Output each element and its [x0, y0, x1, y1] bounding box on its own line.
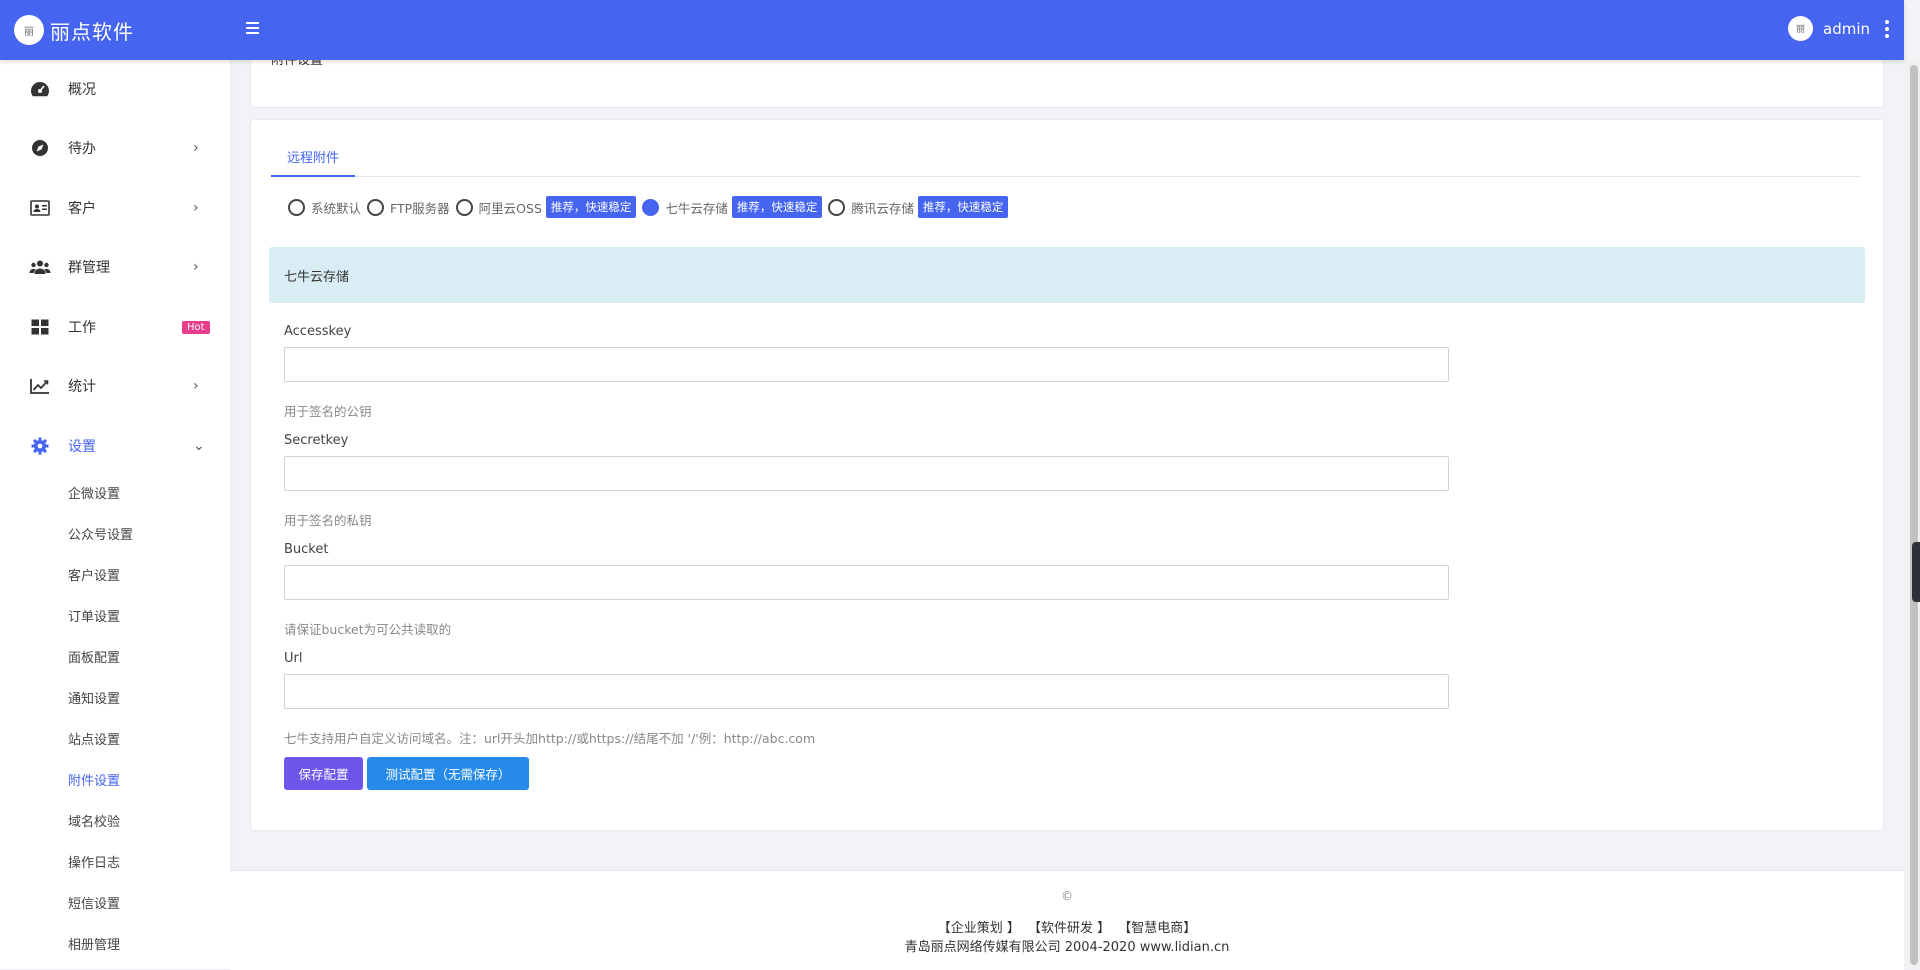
radio-tencent-cos[interactable]: 腾讯云存储 推荐，快速稳定 — [828, 196, 1009, 218]
sidebar-item-work[interactable]: 工作 Hot — [0, 307, 230, 347]
sidebar-subitem-site-settings[interactable]: 站点设置 — [68, 729, 120, 748]
sidebar-subitem-sms-settings[interactable]: 短信设置 — [68, 893, 120, 912]
footer-link-smart-ecommerce[interactable]: 【智慧电商】 — [1118, 921, 1196, 936]
sidebar-subitem-panel-config[interactable]: 面板配置 — [68, 647, 120, 666]
sidebar-subitem-domain-verification[interactable]: 域名校验 — [68, 811, 120, 830]
secretkey-input[interactable] — [284, 456, 1449, 491]
tab-bar: 远程附件 — [271, 138, 1861, 177]
accesskey-input[interactable] — [284, 347, 1449, 382]
gear-icon — [29, 436, 51, 456]
hamburger-menu-icon[interactable] — [246, 19, 262, 39]
footer-company: 青岛丽点网络传媒有限公司 2004-2020 www.lidian.cn — [904, 940, 1230, 955]
side-drawer-handle[interactable] — [1912, 542, 1920, 602]
radio-aliyun-oss[interactable]: 阿里云OSS 推荐，快速稳定 — [455, 196, 637, 218]
sidebar-item-label: 统计 — [68, 379, 96, 395]
brand[interactable]: 丽 丽点软件 — [14, 15, 134, 45]
sidebar-item-customers[interactable]: 客户 › — [0, 188, 230, 228]
sidebar-item-group-management[interactable]: 群管理 › — [0, 247, 230, 287]
sidebar-subitem-customer-settings[interactable]: 客户设置 — [68, 565, 120, 584]
sidebar-item-label: 客户 — [68, 201, 96, 217]
sidebar-item-label: 待办 — [68, 141, 96, 157]
sidebar-item-label: 设置 — [68, 439, 96, 455]
sidebar-item-label: 概况 — [68, 82, 96, 98]
top-navbar: 丽 丽点软件 丽 admin — [0, 0, 1904, 60]
more-vertical-icon[interactable] — [1884, 19, 1890, 38]
sidebar-subitem-attachment-settings[interactable]: 附件设置 — [68, 770, 120, 789]
page-scrollbar[interactable] — [1904, 60, 1920, 969]
id-card-icon — [29, 198, 51, 218]
test-config-button[interactable]: 测试配置（无需保存） — [367, 757, 529, 790]
accesskey-label: Accesskey — [284, 324, 352, 339]
chevron-right-icon: › — [193, 140, 199, 156]
radio-label: 腾讯云存储 — [851, 200, 914, 216]
chevron-right-icon: › — [193, 200, 199, 216]
compass-icon — [29, 138, 51, 158]
secretkey-help: 用于签名的私钥 — [284, 513, 372, 528]
sidebar-item-label: 群管理 — [68, 260, 110, 276]
radio-circle-checked[interactable] — [642, 198, 660, 216]
section-title: 七牛云存储 — [284, 269, 350, 285]
footer-link-enterprise-planning[interactable]: 【企业策划 】 — [938, 921, 1020, 936]
sidebar-item-todo[interactable]: 待办 › — [0, 128, 230, 168]
dashboard-icon — [29, 79, 51, 99]
users-icon — [29, 257, 51, 277]
sidebar-item-settings[interactable]: 设置 ⌄ — [0, 426, 230, 466]
sidebar-subitem-album-management[interactable]: 相册管理 — [68, 934, 120, 953]
tab-remote-attachment[interactable]: 远程附件 — [271, 138, 355, 177]
secretkey-label: Secretkey — [284, 433, 349, 448]
radio-label: 阿里云OSS — [478, 200, 542, 216]
footer: © 【企业策划 】 【软件研发 】 【智慧电商】 青岛丽点网络传媒有限公司 20… — [230, 870, 1904, 970]
brand-name: 丽点软件 — [50, 19, 134, 44]
radio-circle[interactable] — [455, 198, 473, 216]
accesskey-help: 用于签名的公钥 — [284, 404, 372, 419]
radio-label: 七牛云存储 — [665, 200, 728, 216]
sidebar-subitem-order-settings[interactable]: 订单设置 — [68, 606, 120, 625]
grid-icon — [29, 317, 51, 337]
url-help: 七牛支持用户自定义访问域名。注：url开头加http://或https://结尾… — [284, 731, 816, 746]
footer-links: 【企业策划 】 【软件研发 】 【智慧电商】 — [230, 917, 1904, 936]
sidebar-item-statistics[interactable]: 统计 › — [0, 366, 230, 406]
bucket-help: 请保证bucket为可公共读取的 — [284, 622, 452, 637]
sidebar-subitem-operation-log[interactable]: 操作日志 — [68, 852, 120, 871]
radio-label: FTP服务器 — [390, 200, 450, 216]
footer-link-software-dev[interactable]: 【软件研发 】 — [1028, 921, 1110, 936]
sidebar-subitem-official-account-settings[interactable]: 公众号设置 — [68, 524, 133, 543]
url-input[interactable] — [284, 674, 1449, 709]
brand-logo: 丽 — [14, 15, 44, 45]
radio-circle[interactable] — [288, 198, 305, 216]
radio-system-default[interactable]: 系统默认 — [288, 198, 361, 217]
sidebar-subitem-wecom-settings[interactable]: 企微设置 — [68, 483, 120, 502]
radio-circle[interactable] — [828, 198, 846, 216]
radio-circle[interactable] — [367, 198, 385, 216]
sidebar-subitem-notification-settings[interactable]: 通知设置 — [68, 688, 120, 707]
recommend-tag: 推荐，快速稳定 — [731, 196, 823, 218]
bucket-input[interactable] — [284, 565, 1449, 600]
chevron-right-icon: › — [193, 259, 199, 275]
radio-ftp-server[interactable]: FTP服务器 — [367, 198, 450, 217]
radio-label: 系统默认 — [311, 200, 362, 216]
hot-badge: Hot — [182, 320, 210, 334]
recommend-tag: 推荐，快速稳定 — [917, 196, 1009, 218]
bucket-label: Bucket — [284, 542, 329, 557]
storage-type-radio-group: 系统默认 FTP服务器 阿里云OSS 推荐，快速稳定 七牛云存储 推荐，快速稳定… — [288, 196, 1014, 218]
chart-line-icon — [29, 376, 51, 396]
chevron-down-icon: ⌄ — [193, 438, 205, 454]
scrollbar-thumb[interactable] — [1910, 65, 1918, 965]
url-label: Url — [284, 651, 303, 666]
sidebar-item-label: 工作 — [68, 320, 96, 336]
section-info-box: 七牛云存储 — [269, 247, 1865, 303]
save-config-button[interactable]: 保存配置 — [284, 757, 363, 790]
sidebar-item-overview[interactable]: 概况 — [0, 69, 230, 109]
avatar: 丽 — [1788, 16, 1813, 41]
copyright-symbol: © — [1061, 889, 1073, 903]
radio-qiniu-storage[interactable]: 七牛云存储 推荐，快速稳定 — [642, 196, 823, 218]
recommend-tag: 推荐，快速稳定 — [545, 196, 637, 218]
sidebar: 概况 待办 › 客户 › 群管理 › 工作 Hot 统计 › 设置 ⌄ 企微设置… — [0, 60, 230, 969]
attachment-settings-card: 远程附件 系统默认 FTP服务器 阿里云OSS 推荐，快速稳定 七牛云存储 推荐… — [250, 119, 1884, 831]
chevron-right-icon: › — [193, 378, 199, 394]
user-name[interactable]: admin — [1823, 20, 1870, 38]
user-menu[interactable]: 丽 admin — [1788, 16, 1890, 41]
